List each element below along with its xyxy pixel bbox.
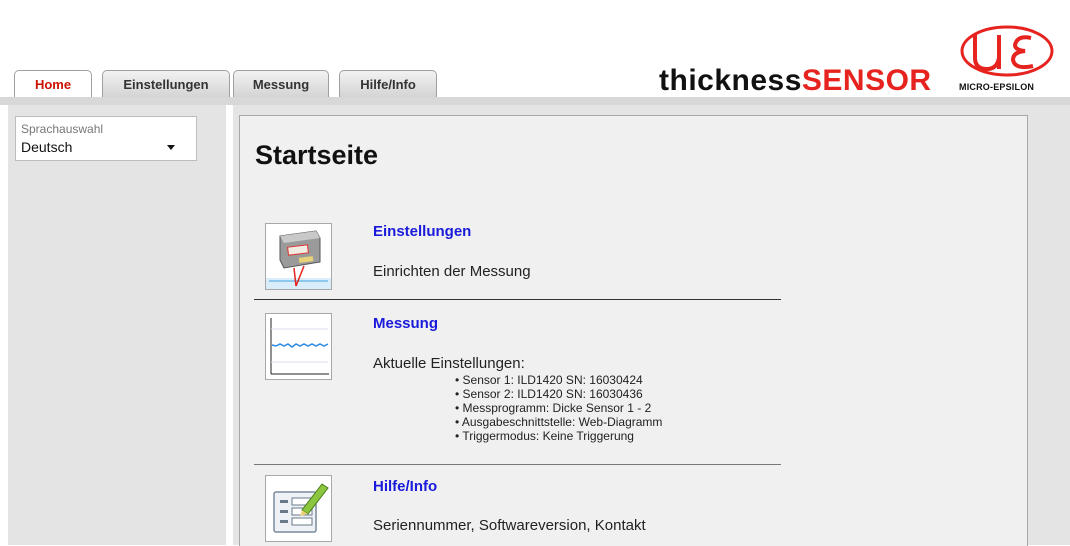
help-thumbnail[interactable]	[265, 475, 332, 542]
tab-hilfe-info[interactable]: Hilfe/Info	[339, 70, 437, 97]
tab-einstellungen[interactable]: Einstellungen	[102, 70, 230, 97]
section-divider	[254, 464, 781, 465]
language-value: Deutsch	[21, 139, 73, 155]
settings-description: Einrichten der Messung	[373, 263, 531, 280]
settings-thumbnail[interactable]	[265, 223, 332, 290]
sensor-icon	[266, 230, 331, 289]
chart-icon	[270, 318, 329, 375]
settings-link[interactable]: Einstellungen	[373, 223, 471, 240]
logo-text: MICRO-EPSILON	[959, 82, 1035, 92]
measurement-description: Aktuelle Einstellungen:	[373, 355, 525, 372]
header-band	[0, 97, 1070, 105]
product-name-part1: thickness	[659, 64, 802, 97]
help-description: Seriennummer, Softwareversion, Kontakt	[373, 517, 646, 534]
content-panel: Startseite Einstellungen Einrichten der …	[239, 115, 1028, 546]
section-divider	[254, 299, 781, 300]
detail-trigger: • Triggermodus: Keine Triggerung	[455, 429, 634, 443]
measurement-link[interactable]: Messung	[373, 315, 438, 332]
sidebar	[8, 105, 226, 545]
product-name-part2: SENSOR	[801, 64, 932, 97]
language-select[interactable]: Deutsch	[21, 139, 175, 155]
help-link[interactable]: Hilfe/Info	[373, 478, 437, 495]
language-label: Sprachauswahl	[21, 122, 104, 136]
chevron-down-icon	[167, 145, 175, 150]
language-selector: Sprachauswahl Deutsch	[15, 116, 197, 161]
document-edit-icon	[273, 483, 329, 533]
tab-home[interactable]: Home	[14, 70, 92, 99]
detail-program: • Messprogramm: Dicke Sensor 1 - 2	[455, 401, 652, 415]
detail-output: • Ausgabeschnittstelle: Web-Diagramm	[455, 415, 663, 429]
page-title: Startseite	[255, 140, 379, 170]
detail-sensor-1: • Sensor 1: ILD1420 SN: 16030424	[455, 373, 643, 387]
product-name: thicknessSENSOR	[659, 64, 932, 98]
tab-messung[interactable]: Messung	[233, 70, 329, 97]
detail-sensor-2: • Sensor 2: ILD1420 SN: 16030436	[455, 387, 643, 401]
measurement-thumbnail[interactable]	[265, 313, 332, 380]
